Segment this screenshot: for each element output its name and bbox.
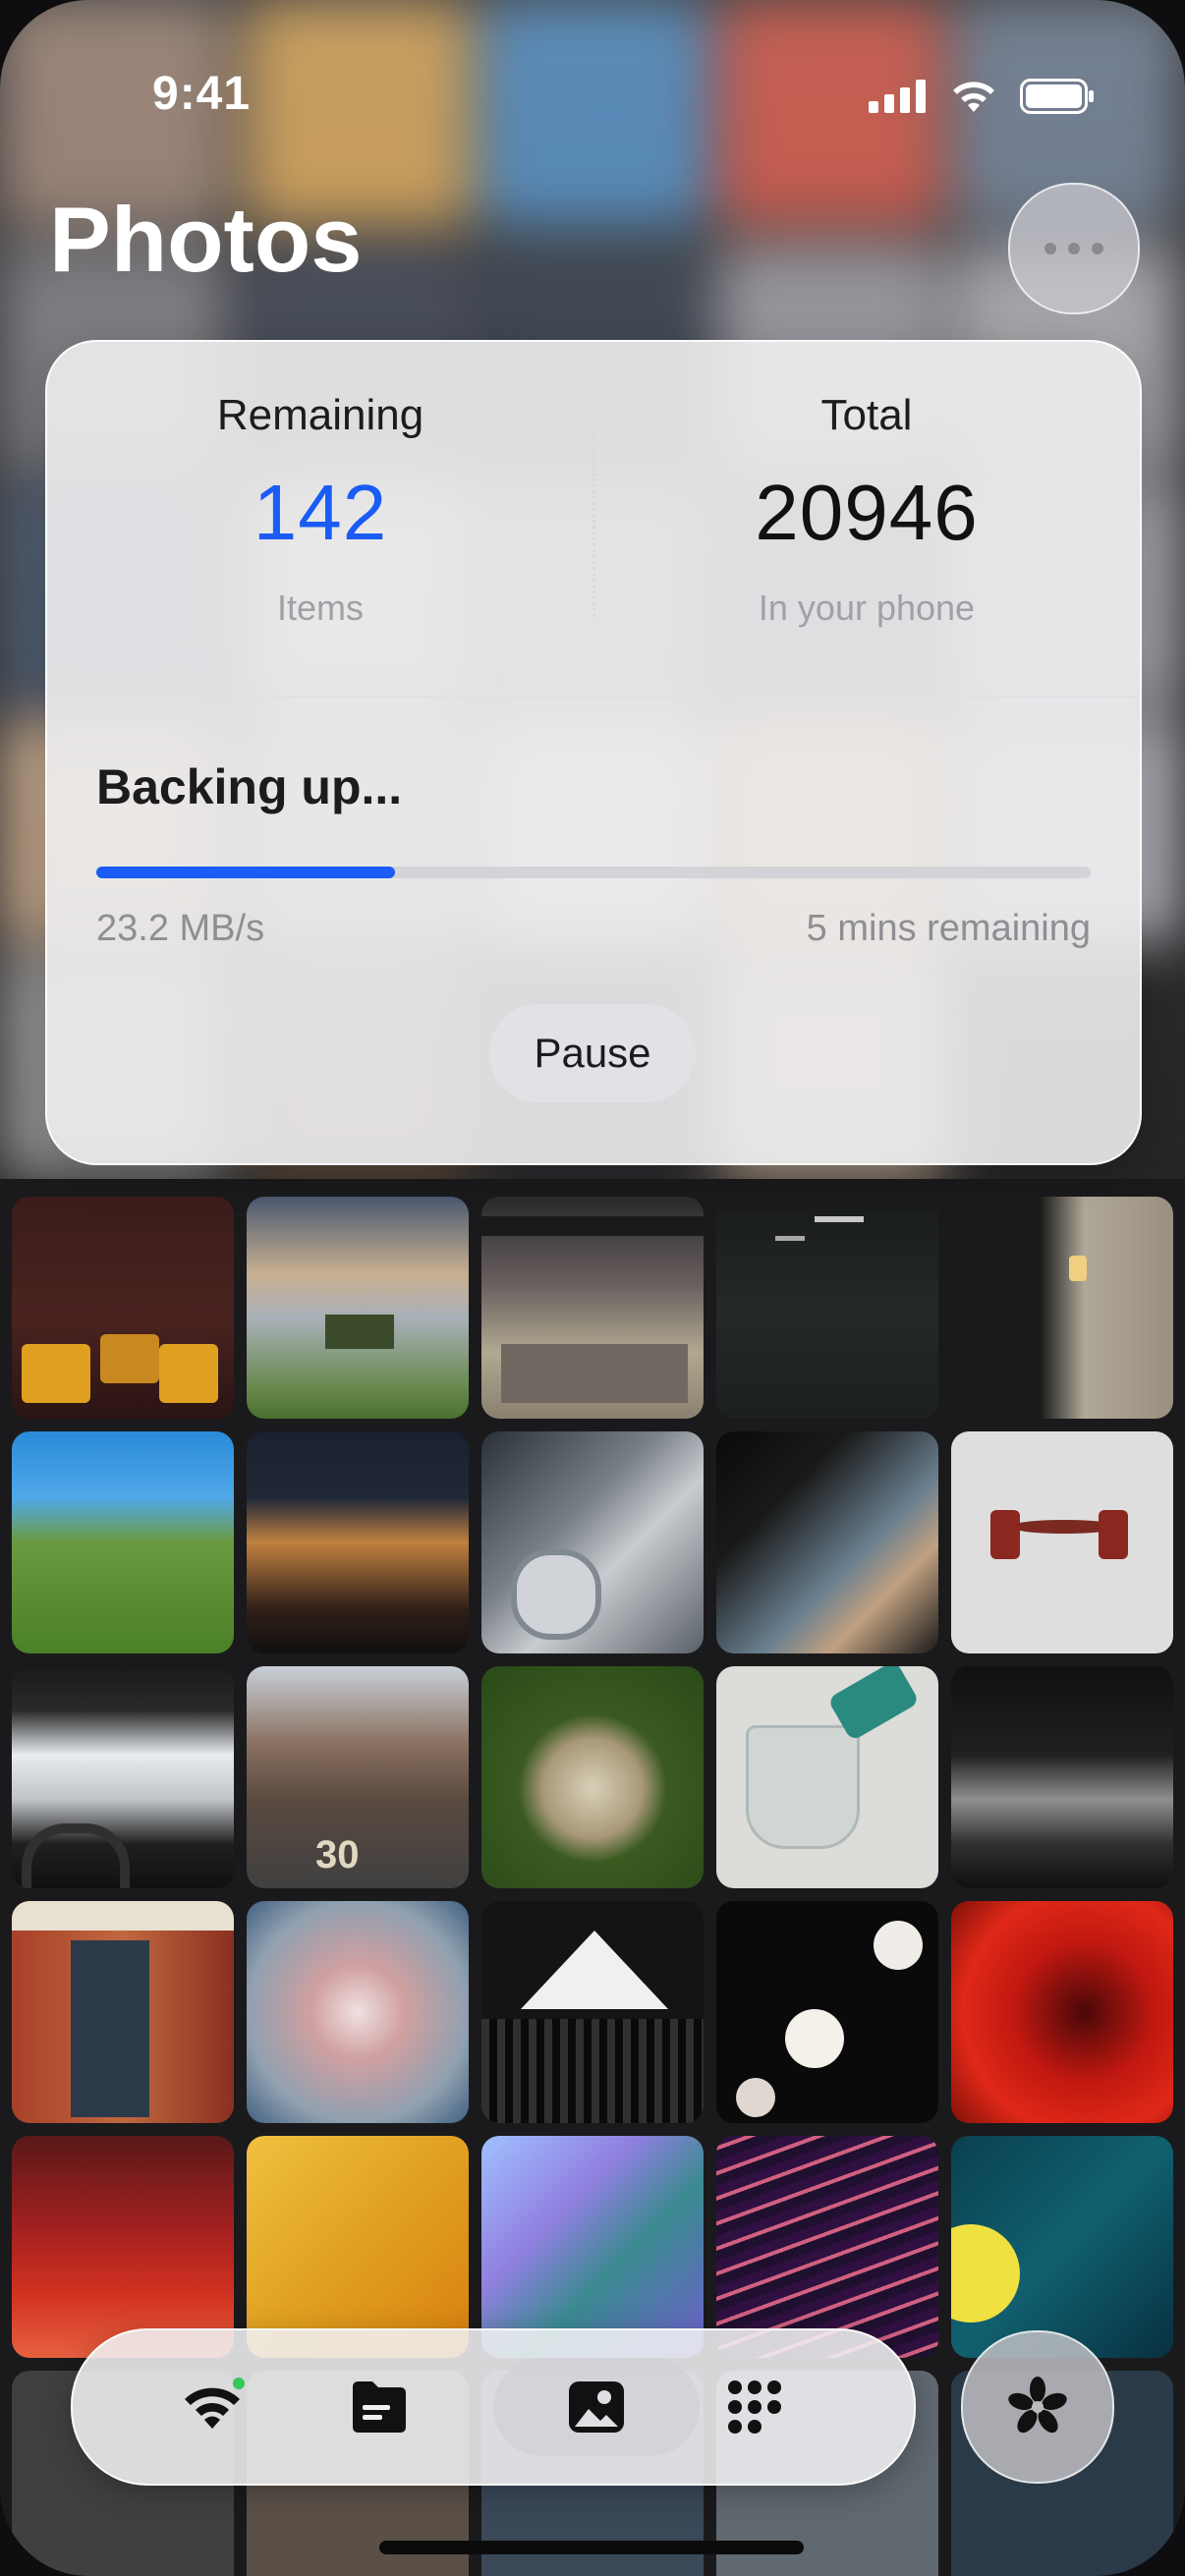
photo-tile[interactable] bbox=[247, 2136, 469, 2358]
photo-tile[interactable] bbox=[481, 1431, 704, 1653]
remaining-value: 142 bbox=[253, 469, 388, 556]
tab-files[interactable] bbox=[330, 2358, 428, 2456]
backup-progress-bar bbox=[96, 867, 1091, 878]
page-title: Photos bbox=[49, 188, 363, 291]
total-stat: Total 20946 In your phone bbox=[593, 391, 1140, 629]
photo-tile[interactable] bbox=[716, 1901, 938, 2123]
photo-tile[interactable]: 30 bbox=[247, 1666, 469, 1888]
total-unit: In your phone bbox=[758, 588, 976, 628]
phone-screen: 30 9:41 Photos Remaining 142 Items Total… bbox=[0, 0, 1185, 2576]
wifi-icon bbox=[185, 2378, 245, 2429]
status-bar: 9:41 bbox=[0, 0, 1185, 187]
photo-tile[interactable] bbox=[12, 1431, 234, 1653]
photo-tile[interactable] bbox=[12, 2136, 234, 2358]
photo-tile[interactable] bbox=[951, 1197, 1173, 1419]
apps-grid-icon bbox=[728, 2380, 781, 2434]
photo-tile[interactable] bbox=[951, 1431, 1173, 1653]
status-icons bbox=[869, 79, 1095, 114]
card-divider bbox=[47, 696, 1140, 698]
photo-tile[interactable] bbox=[716, 1666, 938, 1888]
files-icon bbox=[353, 2381, 406, 2433]
floating-action-button[interactable] bbox=[961, 2330, 1114, 2484]
status-time: 9:41 bbox=[152, 68, 252, 120]
tab-apps[interactable] bbox=[705, 2358, 804, 2456]
photo-tile[interactable] bbox=[481, 1197, 704, 1419]
photo-tile[interactable] bbox=[12, 1666, 234, 1888]
photo-tile[interactable] bbox=[247, 1431, 469, 1653]
pause-button[interactable]: Pause bbox=[489, 1004, 696, 1102]
ellipsis-icon bbox=[1044, 243, 1103, 254]
more-options-button[interactable] bbox=[1008, 183, 1140, 314]
photo-tile[interactable] bbox=[481, 2136, 704, 2358]
backup-progress-fill bbox=[96, 867, 395, 878]
photo-tile[interactable] bbox=[247, 1197, 469, 1419]
photo-tile[interactable] bbox=[12, 1901, 234, 2123]
photo-tile[interactable] bbox=[716, 1197, 938, 1419]
wifi-status-icon bbox=[953, 82, 994, 112]
photo-tile[interactable] bbox=[951, 2136, 1173, 2358]
tab-bar bbox=[71, 2328, 916, 2486]
photo-tile[interactable] bbox=[247, 1901, 469, 2123]
cellular-signal-icon bbox=[869, 80, 926, 113]
battery-icon bbox=[1020, 79, 1094, 114]
photo-tile[interactable] bbox=[481, 1666, 704, 1888]
total-label: Total bbox=[820, 391, 913, 439]
remaining-unit: Items bbox=[276, 588, 364, 628]
flower-icon bbox=[1008, 2377, 1067, 2434]
photo-tile[interactable] bbox=[12, 1197, 234, 1419]
photo-tile[interactable] bbox=[481, 1901, 704, 2123]
photo-tile[interactable] bbox=[951, 1666, 1173, 1888]
backup-card: Remaining 142 Items Total 20946 In your … bbox=[45, 340, 1142, 1165]
photo-tile[interactable] bbox=[951, 1901, 1173, 2123]
home-indicator bbox=[379, 2541, 804, 2554]
photos-icon bbox=[569, 2381, 624, 2433]
remaining-label: Remaining bbox=[216, 391, 424, 439]
time-remaining: 5 mins remaining bbox=[806, 908, 1091, 949]
tab-wifi[interactable] bbox=[163, 2358, 261, 2456]
tab-photos[interactable] bbox=[493, 2358, 700, 2456]
total-value: 20946 bbox=[755, 469, 979, 556]
photo-tile[interactable] bbox=[716, 1431, 938, 1653]
transfer-speed: 23.2 MB/s bbox=[96, 908, 265, 949]
backup-status-title: Backing up... bbox=[96, 759, 403, 814]
photo-tile[interactable] bbox=[716, 2136, 938, 2358]
remaining-stat: Remaining 142 Items bbox=[47, 391, 593, 629]
